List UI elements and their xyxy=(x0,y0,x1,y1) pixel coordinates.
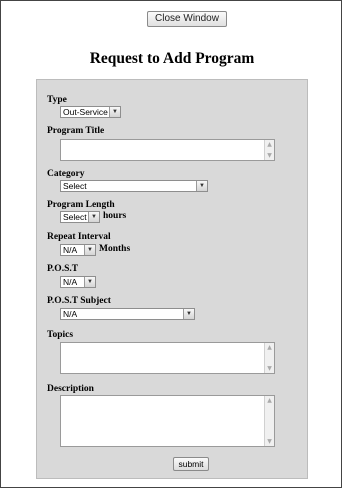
chevron-down-icon: ▼ xyxy=(196,181,207,191)
program-title-scrollbar[interactable]: ▲ ▼ xyxy=(264,140,274,160)
type-label: Type xyxy=(47,95,67,105)
post-subject-select[interactable]: N/A ▼ xyxy=(60,308,195,320)
scroll-up-icon[interactable]: ▲ xyxy=(265,140,274,149)
program-length-label: Program Length xyxy=(47,200,115,210)
chevron-down-icon: ▼ xyxy=(183,309,194,319)
post-select[interactable]: N/A ▼ xyxy=(60,276,96,288)
request-form: Type Out-Service ▼ Program Title ▲ ▼ Cat… xyxy=(36,79,308,479)
topics-label: Topics xyxy=(47,330,74,340)
description-field[interactable]: ▲ ▼ xyxy=(60,395,275,447)
page-title: Request to Add Program xyxy=(89,50,255,67)
close-window-button[interactable]: Close Window xyxy=(147,11,227,27)
repeat-interval-unit: Months xyxy=(99,244,131,254)
type-select-value: Out-Service xyxy=(63,107,108,117)
chevron-down-icon: ▼ xyxy=(84,245,95,255)
post-subject-label: P.O.S.T Subject xyxy=(47,296,111,306)
scroll-down-icon[interactable]: ▼ xyxy=(265,364,274,373)
post-subject-select-value: N/A xyxy=(63,309,78,319)
popup-window: Close Window Request to Add Program Type… xyxy=(0,0,342,488)
scroll-up-icon[interactable]: ▲ xyxy=(265,396,274,405)
program-length-select-value: Select xyxy=(63,212,87,222)
topics-scrollbar[interactable]: ▲ ▼ xyxy=(264,343,274,373)
scroll-up-icon[interactable]: ▲ xyxy=(265,343,274,352)
category-label: Category xyxy=(47,169,85,179)
post-label: P.O.S.T xyxy=(47,264,79,274)
category-select[interactable]: Select ▼ xyxy=(60,180,208,192)
scroll-down-icon[interactable]: ▼ xyxy=(265,151,274,160)
repeat-interval-label: Repeat Interval xyxy=(47,232,111,242)
type-select[interactable]: Out-Service ▼ xyxy=(60,106,121,118)
chevron-down-icon: ▼ xyxy=(84,277,95,287)
submit-button[interactable]: submit xyxy=(173,457,209,471)
repeat-interval-select[interactable]: N/A ▼ xyxy=(60,244,96,256)
repeat-interval-select-value: N/A xyxy=(63,245,78,255)
program-title-field[interactable]: ▲ ▼ xyxy=(60,139,275,161)
description-scrollbar[interactable]: ▲ ▼ xyxy=(264,396,274,446)
category-select-value: Select xyxy=(63,181,87,191)
scroll-down-icon[interactable]: ▼ xyxy=(265,437,274,446)
chevron-down-icon: ▼ xyxy=(88,212,99,222)
program-title-label: Program Title xyxy=(47,126,105,136)
description-label: Description xyxy=(47,384,94,394)
chevron-down-icon: ▼ xyxy=(109,107,120,117)
program-length-unit: hours xyxy=(103,211,127,221)
program-length-select[interactable]: Select ▼ xyxy=(60,211,100,223)
post-select-value: N/A xyxy=(63,277,78,287)
topics-field[interactable]: ▲ ▼ xyxy=(60,342,275,374)
